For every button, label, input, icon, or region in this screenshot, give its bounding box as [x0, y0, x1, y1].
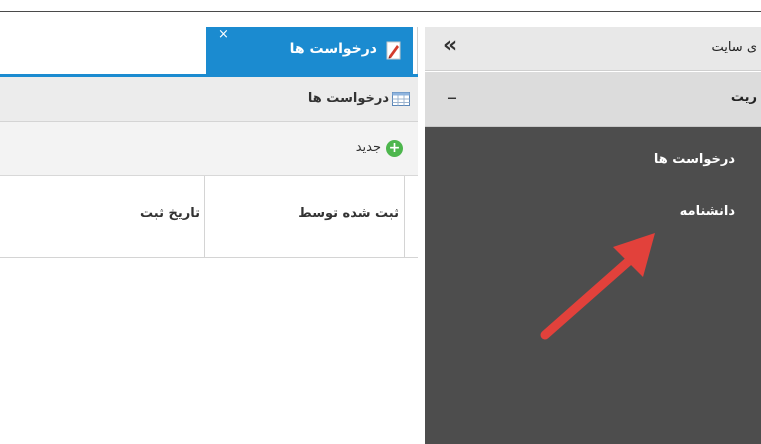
new-button-label: جدید [355, 140, 381, 155]
breadcrumb: درخواست ها [0, 77, 418, 122]
grid-body [0, 258, 418, 444]
tab-label: درخواست ها [289, 41, 377, 57]
tab-requests[interactable]: × درخواست ها [206, 27, 413, 74]
window-top-border [0, 11, 761, 12]
main-panel: × درخواست ها درخواست ها جدید + ثبت شده ت… [0, 27, 418, 444]
minimize-icon[interactable]: – [447, 85, 457, 109]
tab-close-icon[interactable]: × [218, 27, 229, 42]
sidebar-section-title: ریت [730, 90, 757, 105]
column-header-register-date[interactable]: تاریخ ثبت [140, 206, 200, 221]
column-divider [204, 176, 205, 258]
tab-strip: × درخواست ها [0, 27, 418, 77]
sidebar-section-header[interactable] [425, 72, 761, 127]
document-edit-icon [386, 41, 401, 60]
add-circle-icon: + [386, 140, 403, 157]
column-header-registered-by[interactable]: ثبت شده توسط [298, 206, 399, 221]
collapse-icon[interactable]: « [443, 33, 457, 58]
sidebar-title: ی سایت [711, 40, 757, 55]
grid-icon [392, 92, 410, 106]
breadcrumb-label: درخواست ها [307, 91, 389, 106]
column-divider [404, 176, 405, 258]
sidebar-item-encyclopedia[interactable]: دانشنامه [680, 204, 735, 219]
new-button[interactable]: جدید + [333, 139, 403, 159]
toolbar: جدید + [0, 122, 418, 176]
annotation-arrow-icon [540, 233, 655, 340]
sidebar-item-requests[interactable]: درخواست ها [654, 152, 735, 167]
app-window: × درخواست ها درخواست ها جدید + ثبت شده ت… [0, 0, 761, 444]
grid-header: ثبت شده توسط تاریخ ثبت [0, 176, 418, 258]
